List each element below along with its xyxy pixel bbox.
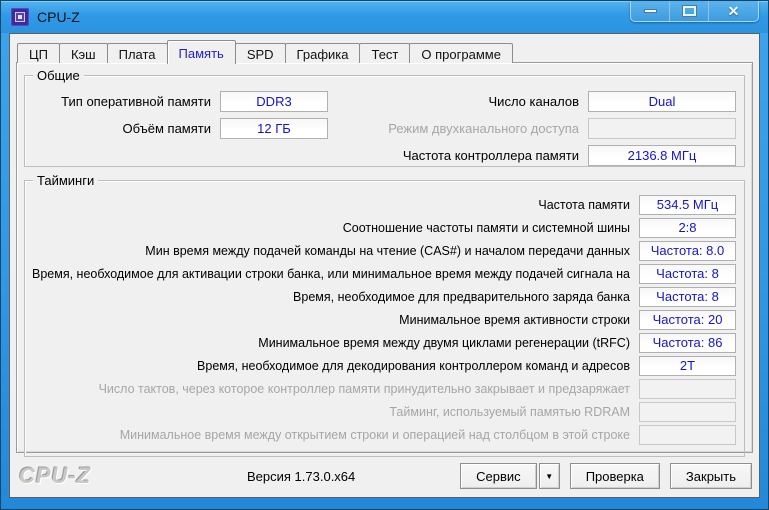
field-value-box — [639, 424, 736, 445]
field-value-box: Частота: 8 — [639, 286, 736, 307]
field-value-box: Dual — [588, 91, 736, 112]
field-label: Мин время между подачей команды на чтени… — [145, 243, 630, 258]
field-label: Тайминг, используемый памятью RDRAM — [389, 404, 630, 419]
field-row: Число тактов, через которое контроллер п… — [33, 377, 736, 400]
field-label: Режим двухканального доступа — [388, 121, 579, 136]
field-value-box: 534.5 МГц — [639, 194, 736, 215]
minimize-button[interactable] — [631, 1, 670, 21]
group-general-title: Общие — [33, 68, 84, 83]
tab-cache[interactable]: Кэш — [58, 43, 108, 63]
timings-rows: Частота памяти 534.5 МГц Соотношение часто… — [32, 193, 736, 450]
tab-cpu[interactable]: ЦП — [17, 43, 60, 63]
title-bar[interactable]: CPU-Z ✕ — [1, 1, 768, 33]
field-label: Соотношение частоты памяти и системной ш… — [342, 220, 630, 235]
chevron-down-icon: ▼ — [545, 471, 554, 481]
field-row: Соотношение частоты памяти и системной ш… — [33, 216, 736, 239]
close-button[interactable]: ✕ — [709, 1, 758, 21]
field-value-box — [588, 118, 736, 139]
general-right: Число каналов Dual Режим двухканального до… — [345, 88, 736, 169]
tab-graphics[interactable]: Графика — [284, 43, 361, 63]
window-title: CPU-Z — [37, 9, 80, 25]
field-value-box: Частота: 20 — [639, 309, 736, 330]
tab-mainboard[interactable]: Плата — [106, 43, 168, 63]
field-value-box: 2136.8 МГц — [588, 145, 736, 166]
tools-button[interactable]: Сервис — [460, 463, 537, 489]
field-value-box: Частота: 86 — [639, 332, 736, 353]
app-window: CPU-Z ✕ ЦП Кэш Плата Память SPD Графика Тест О … — [0, 0, 769, 510]
field-value-box: DDR3 — [220, 91, 328, 112]
field-label: Объём памяти — [122, 121, 212, 136]
field-row: Тип оперативной памяти DDR3 — [33, 88, 328, 115]
memory-tab-page: Общие Тип оперативной памяти DDR3 Объём па… — [16, 62, 753, 457]
field-label: Время, необходимое для предварительного … — [293, 289, 630, 304]
field-value-box — [639, 378, 736, 399]
field-row: Тайминг, используемый памятью RDRAM — [33, 400, 736, 423]
version-text: Версия 1.73.0.x64 — [247, 469, 356, 484]
group-timings-title: Тайминги — [33, 173, 99, 188]
field-row: Частота памяти 534.5 МГц — [33, 193, 736, 216]
close-dialog-button[interactable]: Закрыть — [669, 463, 752, 489]
group-general: Общие Тип оперативной памяти DDR3 Объём па… — [24, 68, 745, 169]
footer: CPU-Z Версия 1.73.0.x64 Сервис ▼ Проверк… — [10, 455, 759, 497]
close-icon: ✕ — [727, 2, 740, 19]
field-row: Минимальное время активности строки Часто… — [33, 308, 736, 331]
field-label: Время, необходимое для декодирования кон… — [197, 358, 630, 373]
cpuz-logo: CPU-Z — [19, 463, 92, 488]
field-row: Объём памяти 12 ГБ — [33, 115, 328, 142]
maximize-icon — [681, 5, 697, 17]
tools-dropdown-button[interactable]: ▼ — [538, 463, 560, 489]
field-row: Число каналов Dual — [345, 88, 736, 115]
dialog-client-area: ЦП Кэш Плата Память SPD Графика Тест О программ… — [9, 33, 760, 498]
field-label: Минимальное время активности строки — [399, 312, 630, 327]
tab-memory[interactable]: Память — [166, 40, 236, 64]
tab-bar: ЦП Кэш Плата Память SPD Графика Тест О программ… — [17, 39, 513, 64]
field-label: Число каналов — [488, 94, 579, 109]
field-label: Число тактов, через которое контроллер п… — [98, 381, 630, 396]
field-value-box: 2:8 — [639, 217, 736, 238]
field-row: Время, необходимое для активации строки … — [32, 262, 736, 285]
field-value-box: Частота: 8 — [639, 263, 736, 284]
field-row: Минимальное время между двумя циклами ре… — [33, 331, 736, 354]
footer-buttons: Сервис ▼ Проверка Закрыть — [460, 463, 752, 489]
tab-about[interactable]: О программе — [409, 43, 513, 63]
field-label: Время, необходимое для активации строки … — [32, 266, 630, 281]
field-label: Частота памяти — [538, 197, 630, 212]
field-row: Время, необходимое для предварительного … — [33, 285, 736, 308]
app-icon — [11, 8, 29, 26]
tab-spd[interactable]: SPD — [234, 43, 286, 63]
field-value-box — [639, 401, 736, 422]
field-row: Режим двухканального доступа — [345, 115, 736, 142]
field-row: Минимальное время между открытием строки… — [33, 423, 736, 446]
field-value-box: 2T — [639, 355, 736, 376]
tab-bench[interactable]: Тест — [359, 43, 411, 63]
field-value-box: Частота: 8.0 — [639, 240, 736, 261]
validate-button[interactable]: Проверка — [569, 463, 660, 489]
field-label: Тип оперативной памяти — [61, 94, 211, 109]
minimize-icon — [643, 9, 657, 13]
field-row: Частота контроллера памяти 2136.8 МГц — [345, 142, 736, 169]
window-controls: ✕ — [630, 1, 759, 22]
field-label: Минимальное время между двумя циклами ре… — [258, 335, 630, 350]
group-timings: Тайминги Частота памяти 534.5 МГц Соотноше… — [24, 173, 745, 457]
maximize-button[interactable] — [670, 1, 709, 21]
field-label: Частота контроллера памяти — [402, 148, 579, 163]
field-label: Минимальное время между открытием строки… — [119, 427, 630, 442]
general-left: Тип оперативной памяти DDR3 Объём памяти 12… — [33, 88, 328, 169]
field-row: Мин время между подачей команды на чтени… — [33, 239, 736, 262]
field-row: Время, необходимое для декодирования кон… — [33, 354, 736, 377]
tools-split-button: Сервис ▼ — [460, 463, 560, 489]
field-value-box: 12 ГБ — [220, 118, 328, 139]
